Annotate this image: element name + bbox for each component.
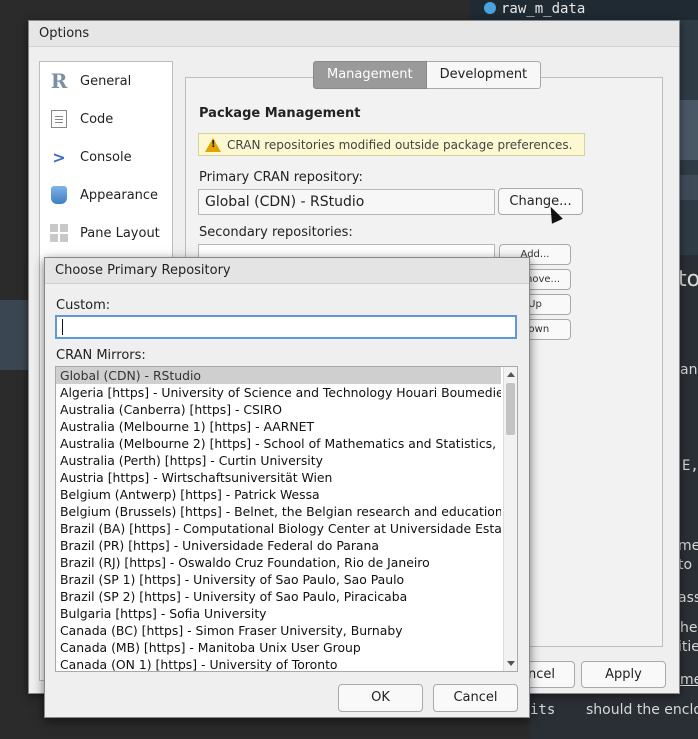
sidebar-item-general[interactable]: R General [40,62,172,100]
cran-mirror-list[interactable]: Global (CDN) - RStudio Algeria [https] - … [55,366,518,672]
sidebar-item-label: Appearance [80,187,159,203]
custom-repo-input[interactable] [55,315,517,339]
sidebar-item-label: General [80,73,132,89]
mirror-list-item[interactable]: Brazil (PR) [https] - Universidade Feder… [56,537,501,554]
warning-banner: CRAN repositories modified outside packa… [198,133,585,156]
mirror-list-item[interactable]: Brazil (SP 1) [https] - University of Sa… [56,571,501,588]
tab-development[interactable]: Development [426,61,542,89]
sidebar-item-label: Pane Layout [80,225,160,241]
object-dot-icon [484,2,496,14]
ok-button[interactable]: OK [338,684,423,712]
tab-management[interactable]: Management [313,61,427,89]
mirror-list-item[interactable]: Australia (Canberra) [https] - CSIRO [56,401,501,418]
sidebar-item-appearance[interactable]: Appearance [40,176,172,214]
mirror-list-item[interactable]: Australia (Perth) [https] - Curtin Unive… [56,452,501,469]
mirror-list-item[interactable]: Australia (Melbourne 1) [https] - AARNET [56,418,501,435]
mirror-list-item[interactable]: Austria [https] - Wirtschaftsuniversität… [56,469,501,486]
background-text: itie [678,639,698,655]
apply-button[interactable]: Apply [581,661,666,688]
background-text: me [678,538,698,554]
warning-icon [205,137,221,152]
text-caret [62,319,63,335]
scroll-thumb[interactable] [506,383,515,435]
pane-layout-icon [48,222,70,244]
mirror-list-item[interactable]: Australia (Melbourne 2) [https] - School… [56,435,501,452]
background-text: an [680,362,698,378]
background-object-entry: raw_m_data [470,0,698,20]
section-title: Package Management [199,106,361,121]
choose-cancel-button[interactable]: Cancel [433,684,518,712]
custom-label: Custom: [56,298,111,313]
mirror-items-container: Global (CDN) - RStudio Algeria [https] - … [56,367,517,671]
background-text: should the enclo [586,702,698,718]
secondary-repo-label: Secondary repositories: [199,225,353,240]
appearance-bucket-icon [48,184,70,206]
mirror-list-item[interactable]: Belgium (Brussels) [https] - Belnet, the… [56,503,501,520]
mirror-list-item[interactable]: Algeria [https] - University of Science … [56,384,501,401]
sidebar-item-label: Console [80,149,132,165]
background-text: ass [678,590,698,606]
mirror-list-item[interactable]: Brazil (RJ) [https] - Oswaldo Cruz Found… [56,554,501,571]
mirror-list-item[interactable]: Bulgaria [https] - Sofia University [56,605,501,622]
background-text: men [680,672,698,688]
code-document-icon [48,108,70,130]
mirror-list-item[interactable]: Brazil (BA) [https] - Computational Biol… [56,520,501,537]
change-button[interactable]: Change... [498,188,583,215]
sidebar-item-console[interactable]: > Console [40,138,172,176]
choose-primary-repository-dialog: Choose Primary Repository Custom: CRAN M… [44,257,530,718]
scroll-up-arrow-icon[interactable] [507,372,515,377]
background-left-panel [0,300,28,370]
mirror-list-item[interactable]: Global (CDN) - RStudio [56,367,501,384]
mirror-list-item[interactable]: Canada (BC) [https] - Simon Fraser Unive… [56,622,501,639]
mirror-list-item[interactable]: Canada (MB) [https] - Manitoba Unix User… [56,639,501,656]
mirror-list-scrollbar[interactable] [503,367,517,671]
console-prompt-icon: > [52,147,66,167]
background-variable-name: raw_m_data [501,1,586,17]
warning-text: CRAN repositories modified outside packa… [227,137,573,152]
choose-dialog-title: Choose Primary Repository [45,258,529,284]
sidebar-item-label: Code [80,111,114,127]
primary-repo-field: Global (CDN) - RStudio [198,189,495,215]
background-right-panel-a [679,100,698,160]
mirror-list-item[interactable]: Brazil (SP 2) [https] - University of Sa… [56,588,501,605]
packages-tabs: Management Development [313,61,542,89]
background-text: he [680,620,698,636]
primary-repo-label: Primary CRAN repository: [199,170,363,185]
background-text: to [678,267,698,292]
background-code-text: its [530,702,556,718]
scroll-down-arrow-icon[interactable] [507,661,515,666]
mirror-list-item[interactable]: Belgium (Antwerp) [https] - Patrick Wess… [56,486,501,503]
background-text: E, [682,458,698,474]
background-text: to [678,557,693,573]
cran-mirrors-label: CRAN Mirrors: [56,348,146,363]
background-bottom-code: its should the enclo [530,690,698,739]
sidebar-item-pane-layout[interactable]: Pane Layout [40,214,172,252]
r-logo-icon: R [50,69,68,93]
sidebar-item-code[interactable]: Code [40,100,172,138]
background-right-panel-b [679,175,698,200]
options-title: Options [29,21,679,47]
mirror-list-item[interactable]: Canada (ON 1) [https] - University of To… [56,656,501,671]
